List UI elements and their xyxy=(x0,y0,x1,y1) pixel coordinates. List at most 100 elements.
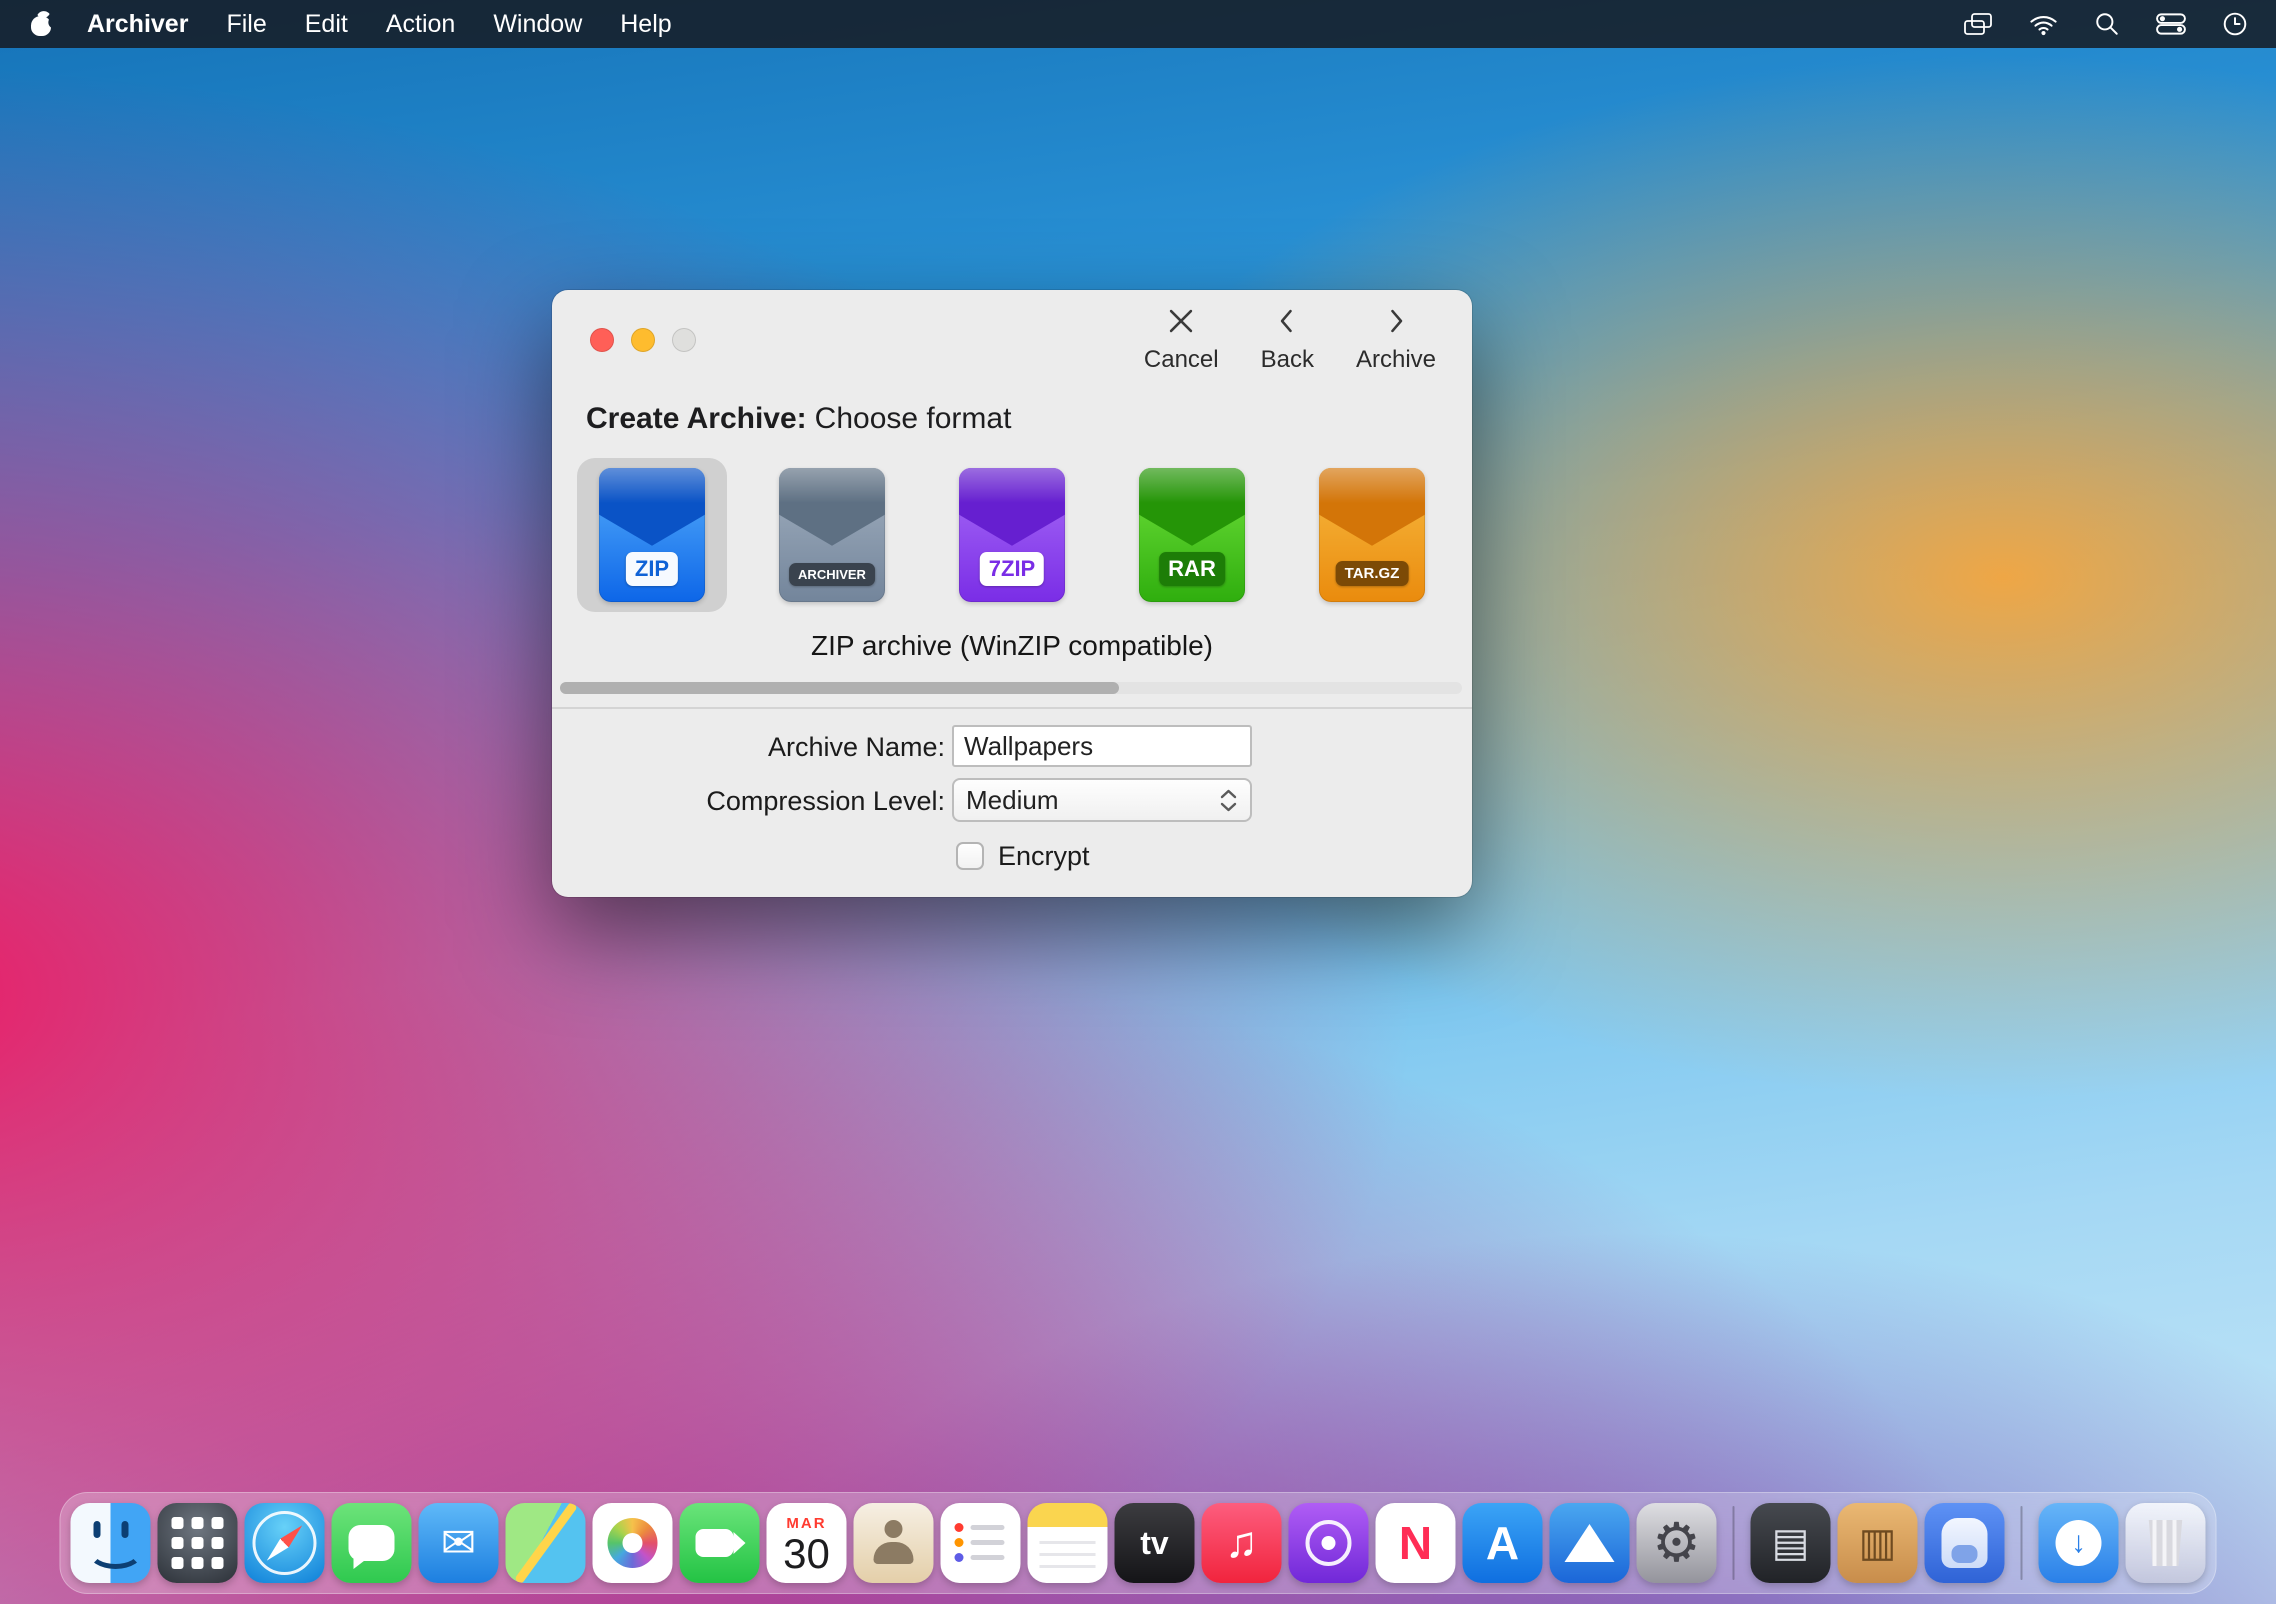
archiver-file-icon: ARCHIVER xyxy=(779,468,885,602)
dock-separator-2 xyxy=(2021,1506,2023,1580)
back-button-label: Back xyxy=(1261,346,1314,374)
search-icon[interactable] xyxy=(2094,11,2120,37)
dialog-title-bold: Create Archive: xyxy=(586,402,807,435)
stepper-icon xyxy=(1212,780,1244,820)
dock-archiver-app[interactable] xyxy=(1550,1503,1630,1583)
menu-bar: Archiver FileEditActionWindowHelp xyxy=(0,0,2276,48)
dock-packer-box[interactable]: ▥ xyxy=(1838,1503,1918,1583)
podcasts-icon xyxy=(1306,1520,1352,1566)
app-store-icon: A xyxy=(1486,1520,1519,1566)
reminders-icon xyxy=(955,1521,1007,1565)
dock-backpack-archiver[interactable] xyxy=(1925,1503,2005,1583)
dock-music[interactable]: ♫ xyxy=(1202,1503,1282,1583)
menu-app-name[interactable]: Archiver xyxy=(68,0,207,48)
cancel-button[interactable]: Cancel xyxy=(1144,304,1219,374)
archive-button[interactable]: Archive xyxy=(1356,304,1436,374)
dock-reminders[interactable] xyxy=(941,1503,1021,1583)
downloads-icon: ↓ xyxy=(2056,1520,2102,1566)
compression-level-value: Medium xyxy=(966,785,1058,816)
menu-file[interactable]: File xyxy=(207,0,285,48)
contacts-icon xyxy=(872,1520,916,1566)
format-description: ZIP archive (WinZIP compatible) xyxy=(552,630,1472,662)
zip-file-icon: ZIP xyxy=(599,468,705,602)
dock-notes[interactable] xyxy=(1028,1503,1108,1583)
music-icon: ♫ xyxy=(1225,1521,1258,1565)
close-button[interactable] xyxy=(590,328,614,352)
mail-icon: ✉ xyxy=(441,1522,476,1564)
desktop-wallpaper: Archiver FileEditActionWindowHelp Cancel… xyxy=(0,0,2276,1604)
control-center-icon[interactable] xyxy=(2156,13,2186,35)
dock-app-store[interactable]: A xyxy=(1463,1503,1543,1583)
clock-icon[interactable] xyxy=(2222,11,2248,37)
dock-calendar[interactable]: MAR30 xyxy=(767,1503,847,1583)
calendar-day-label: 30 xyxy=(783,1533,830,1575)
dock-archive-utility[interactable]: ▤ xyxy=(1751,1503,1831,1583)
encrypt-label: Encrypt xyxy=(998,842,1090,871)
dock-contacts[interactable] xyxy=(854,1503,934,1583)
cancel-button-label: Cancel xyxy=(1144,346,1219,374)
archiver-app-icon xyxy=(1565,1524,1615,1562)
dialog-title: Create Archive:Choose format xyxy=(586,402,1011,436)
format-zip[interactable]: ZIP xyxy=(577,458,727,612)
menu-window[interactable]: Window xyxy=(474,0,601,48)
facetime-icon xyxy=(696,1529,734,1557)
format-archiver[interactable]: ARCHIVER xyxy=(757,458,907,612)
section-divider xyxy=(552,707,1472,709)
format-zip-label: ZIP xyxy=(626,552,678,586)
packer-box-icon: ▥ xyxy=(1859,1523,1897,1563)
encrypt-checkbox[interactable] xyxy=(956,842,984,870)
safari-icon xyxy=(263,1521,307,1565)
create-archive-window: Cancel Back Archive Create Archive:Choose … xyxy=(552,290,1472,897)
archive-name-input[interactable] xyxy=(952,725,1252,767)
dock-trash[interactable] xyxy=(2126,1503,2206,1583)
format-7zip[interactable]: 7ZIP xyxy=(937,458,1087,612)
wifi-icon[interactable] xyxy=(2029,13,2058,36)
targz-file-icon: TAR.GZ xyxy=(1319,468,1425,602)
dock-news[interactable]: N xyxy=(1376,1503,1456,1583)
back-button[interactable]: Back xyxy=(1261,304,1314,374)
format-7zip-label: 7ZIP xyxy=(980,552,1044,586)
messages-icon xyxy=(349,1525,395,1561)
format-rar-label: RAR xyxy=(1159,552,1225,586)
photos-icon xyxy=(608,1518,658,1568)
dock-finder[interactable] xyxy=(71,1503,151,1583)
compression-level-label: Compression Level: xyxy=(552,786,945,816)
format-archiver-label: ARCHIVER xyxy=(789,563,875,586)
displays-icon[interactable] xyxy=(1963,12,1993,37)
dock-safari[interactable] xyxy=(245,1503,325,1583)
archive-name-label: Archive Name: xyxy=(552,732,945,762)
formats-scrollbar-thumb[interactable] xyxy=(560,682,1119,694)
dock-maps[interactable] xyxy=(506,1503,586,1583)
archive-utility-icon: ▤ xyxy=(1772,1523,1810,1563)
zoom-button[interactable] xyxy=(672,328,696,352)
dock-system-preferences[interactable]: ⚙ xyxy=(1637,1503,1717,1583)
menu-edit[interactable]: Edit xyxy=(286,0,367,48)
notes-icon xyxy=(1040,1541,1096,1575)
dock-downloads[interactable]: ↓ xyxy=(2039,1503,2119,1583)
dock-messages[interactable] xyxy=(332,1503,412,1583)
backpack-archiver-icon xyxy=(1942,1518,1988,1568)
dock-apple-tv[interactable]: tv xyxy=(1115,1503,1195,1583)
launchpad-icon xyxy=(172,1517,184,1529)
apple-icon[interactable] xyxy=(30,12,52,36)
dock-photos[interactable] xyxy=(593,1503,673,1583)
menu-action[interactable]: Action xyxy=(367,0,474,48)
dock: ✉ MAR30 tv ♫ NA ⚙ ▤ ▥ ↓ xyxy=(60,1492,2217,1594)
dock-podcasts[interactable] xyxy=(1289,1503,1369,1583)
format-targz[interactable]: TAR.GZ xyxy=(1297,458,1447,612)
7zip-file-icon: 7ZIP xyxy=(959,468,1065,602)
dock-mail[interactable]: ✉ xyxy=(419,1503,499,1583)
minimize-button[interactable] xyxy=(631,328,655,352)
menu-help[interactable]: Help xyxy=(601,0,690,48)
dialog-title-rest: Choose format xyxy=(815,402,1012,435)
dock-launchpad[interactable] xyxy=(158,1503,238,1583)
format-rar[interactable]: RAR xyxy=(1117,458,1267,612)
format-targz-label: TAR.GZ xyxy=(1336,561,1409,586)
maps-icon xyxy=(514,1503,578,1583)
traffic-lights xyxy=(590,328,696,352)
dock-separator-1 xyxy=(1733,1506,1735,1580)
dock-facetime[interactable] xyxy=(680,1503,760,1583)
window-titlebar[interactable]: Cancel Back Archive xyxy=(552,290,1472,390)
compression-level-select[interactable]: Medium xyxy=(952,778,1252,822)
formats-scrollbar-track[interactable] xyxy=(560,682,1462,694)
